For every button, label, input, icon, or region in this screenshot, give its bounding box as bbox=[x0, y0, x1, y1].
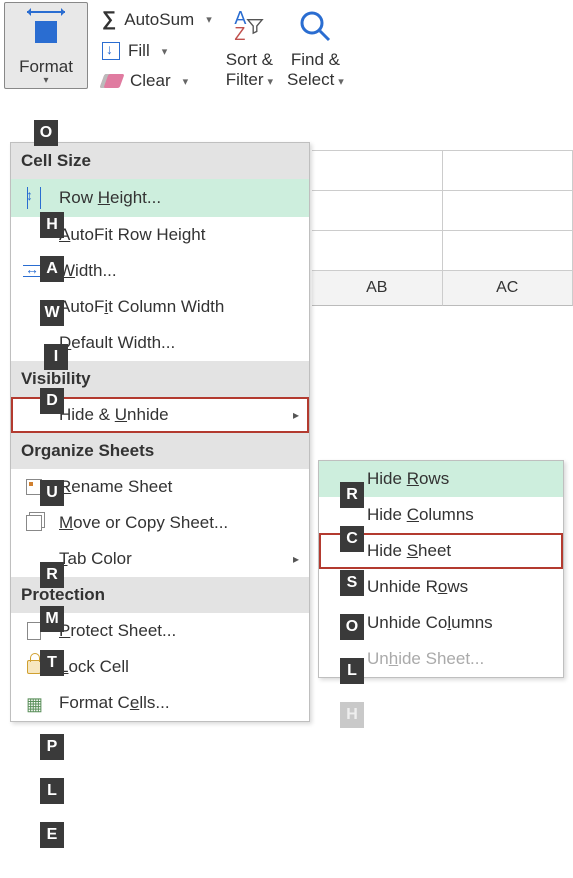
format-label: Format bbox=[19, 57, 73, 77]
sort-filter-button[interactable]: AZ Sort & Filter ▾ bbox=[226, 2, 273, 91]
submenu-arrow-icon: ▸ bbox=[293, 408, 299, 422]
chevron-down-icon: ▾ bbox=[338, 76, 344, 88]
editing-stack: ∑ AutoSum ▾ Fill ▾ Clear ▾ bbox=[102, 2, 212, 91]
chevron-down-icon: ▾ bbox=[206, 13, 212, 26]
sigma-icon: ∑ bbox=[102, 8, 116, 31]
keytip: W bbox=[40, 300, 64, 326]
find-select-button[interactable]: Find & Select ▾ bbox=[287, 2, 344, 91]
keytip: T bbox=[40, 650, 64, 676]
fill-label: Fill bbox=[128, 41, 150, 61]
menu-header-cell-size: Cell Size bbox=[11, 143, 309, 179]
keytip: C bbox=[340, 526, 364, 552]
sort-label-2: Filter bbox=[226, 70, 264, 89]
keytip: A bbox=[40, 256, 64, 282]
keytip: S bbox=[340, 570, 364, 596]
keytip: M bbox=[40, 606, 64, 632]
keytip: D bbox=[40, 388, 64, 414]
eraser-icon bbox=[99, 74, 124, 88]
submenu-arrow-icon: ▸ bbox=[293, 552, 299, 566]
move-copy-icon bbox=[26, 515, 42, 531]
menu-format-cells[interactable]: Format Cells... bbox=[11, 685, 309, 721]
fill-icon bbox=[102, 42, 120, 60]
cells-icon bbox=[26, 695, 42, 711]
chevron-down-icon: ▾ bbox=[162, 45, 168, 58]
keytip: R bbox=[340, 482, 364, 508]
ribbon: Format ▾ ∑ AutoSum ▾ Fill ▾ Clear ▾ AZ S… bbox=[0, 0, 573, 140]
keytip: L bbox=[40, 778, 64, 804]
keytip: U bbox=[40, 480, 64, 506]
clear-label: Clear bbox=[130, 71, 171, 91]
keytip: L bbox=[340, 658, 364, 684]
format-button[interactable]: Format ▾ bbox=[4, 2, 88, 89]
sort-label-1: Sort & bbox=[226, 50, 273, 69]
fill-button[interactable]: Fill ▾ bbox=[102, 41, 212, 61]
autosum-button[interactable]: ∑ AutoSum ▾ bbox=[102, 8, 212, 31]
col-header[interactable]: AB bbox=[312, 271, 443, 306]
keytip: E bbox=[40, 822, 64, 848]
menu-header-organize: Organize Sheets bbox=[11, 433, 309, 469]
magnifier-icon bbox=[297, 4, 333, 48]
autosum-label: AutoSum bbox=[124, 10, 194, 30]
chevron-down-icon: ▾ bbox=[43, 75, 48, 86]
spreadsheet-grid[interactable]: AB AC bbox=[312, 150, 573, 306]
keytip-format: O bbox=[34, 120, 58, 146]
col-header[interactable]: AC bbox=[443, 271, 573, 306]
find-label-2: Select bbox=[287, 70, 334, 89]
keytip: R bbox=[40, 562, 64, 588]
keytip: P bbox=[40, 734, 64, 760]
row-height-icon bbox=[27, 187, 41, 209]
chevron-down-icon: ▾ bbox=[268, 76, 274, 88]
menu-move-copy[interactable]: Move or Copy Sheet... bbox=[11, 505, 309, 541]
keytip: H bbox=[40, 212, 64, 238]
keytip: O bbox=[340, 614, 364, 640]
keytip: H bbox=[340, 702, 364, 728]
protect-icon bbox=[27, 622, 41, 640]
sort-filter-icon: AZ bbox=[234, 4, 264, 48]
lock-icon bbox=[27, 660, 41, 674]
keytip: I bbox=[44, 344, 68, 370]
chevron-down-icon: ▾ bbox=[183, 75, 189, 88]
format-icon bbox=[23, 11, 69, 47]
find-label-1: Find & bbox=[291, 50, 340, 69]
clear-button[interactable]: Clear ▾ bbox=[102, 71, 212, 91]
